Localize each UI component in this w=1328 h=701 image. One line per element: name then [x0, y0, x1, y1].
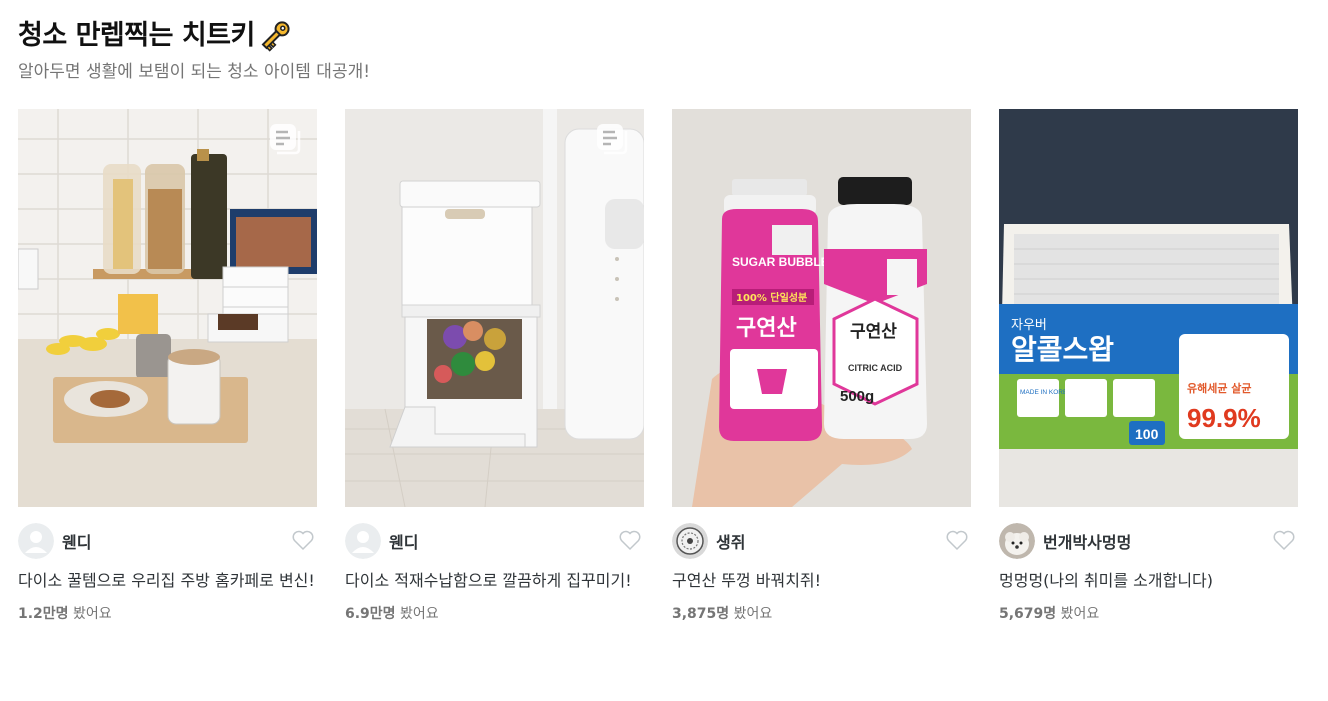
heart-icon[interactable] [1272, 529, 1296, 551]
card-thumbnail[interactable] [18, 109, 317, 507]
content-card[interactable]: SUGAR BUBBLE 100% 단일성분 구연산 구연산 CITRIC AC… [672, 109, 971, 623]
view-count-value: 6.9만명 [345, 606, 396, 622]
heart-icon[interactable] [618, 529, 642, 551]
content-card[interactable]: 자우버 알콜스왑 유해세균 살균 99.9% MADE IN KOREA 100 [999, 109, 1298, 623]
view-count-suffix: 봤어요 [1060, 606, 1100, 622]
coin-avatar[interactable] [672, 523, 708, 559]
svg-text:알콜스왑: 알콜스왑 [1011, 333, 1114, 366]
view-count-value: 1.2만명 [18, 606, 69, 622]
view-count-suffix: 봤어요 [733, 606, 773, 622]
user-name[interactable]: 번개박사멍멍 [1043, 529, 1131, 553]
key-icon [257, 18, 293, 54]
document-icon [597, 124, 628, 155]
card-meta: 생쥐 [672, 517, 971, 565]
view-count-value: 5,679명 [999, 606, 1057, 622]
content-card[interactable]: 웬디 다이소 적재수납함으로 깔끔하게 집꾸미기! 6.9만명 봤어요 [345, 109, 644, 623]
svg-text:SUGAR BUBBLE: SUGAR BUBBLE [732, 255, 829, 269]
kitchen-home-cafe-photo [18, 109, 317, 507]
svg-text:100: 100 [1135, 426, 1159, 442]
view-count: 5,679명 봤어요 [999, 603, 1298, 623]
citric-acid-bottles-photo: SUGAR BUBBLE 100% 단일성분 구연산 구연산 CITRIC AC… [672, 109, 971, 507]
svg-text:구연산: 구연산 [850, 322, 897, 342]
card-thumbnail[interactable]: SUGAR BUBBLE 100% 단일성분 구연산 구연산 CITRIC AC… [672, 109, 971, 507]
section-title: 청소 만렙찍는 치트키 [18, 20, 255, 51]
card-thumbnail[interactable]: 자우버 알콜스왑 유해세균 살균 99.9% MADE IN KOREA 100 [999, 109, 1298, 507]
svg-text:유해세균 살균: 유해세균 살균 [1187, 381, 1252, 395]
heart-icon[interactable] [291, 529, 315, 551]
card-description[interactable]: 다이소 적재수납함으로 깔끔하게 집꾸미기! [345, 567, 644, 594]
card-meta: 웬디 [18, 517, 317, 565]
svg-text:500g: 500g [840, 388, 874, 405]
view-count-suffix: 봤어요 [73, 606, 112, 622]
svg-text:100% 단일성분: 100% 단일성분 [736, 291, 807, 304]
card-thumbnail[interactable] [345, 109, 644, 507]
svg-text:99.9%: 99.9% [1187, 403, 1261, 433]
view-count-value: 3,875명 [672, 606, 730, 622]
svg-text:구연산: 구연산 [736, 316, 797, 341]
default-avatar-icon[interactable] [18, 523, 54, 559]
view-count: 6.9만명 봤어요 [345, 603, 644, 623]
card-description[interactable]: 다이소 꿀템으로 우리집 주방 홈카페로 변신! [18, 567, 317, 594]
default-avatar-icon[interactable] [345, 523, 381, 559]
view-count-suffix: 봤어요 [400, 606, 439, 622]
svg-text:자우버: 자우버 [1011, 318, 1047, 333]
user-name[interactable]: 생쥐 [716, 529, 745, 553]
heart-icon[interactable] [945, 529, 969, 551]
card-description[interactable]: 구연산 뚜껑 바꿔치쥐! [672, 567, 971, 594]
view-count: 3,875명 봤어요 [672, 603, 971, 623]
user-name[interactable]: 웬디 [389, 529, 418, 553]
view-count: 1.2만명 봤어요 [18, 603, 317, 623]
card-meta: 번개박사멍멍 [999, 517, 1298, 565]
card-meta: 웬디 [345, 517, 644, 565]
alcohol-swab-box-photo: 자우버 알콜스왑 유해세균 살균 99.9% MADE IN KOREA 100 [999, 109, 1298, 507]
svg-text:MADE IN KOREA: MADE IN KOREA [1020, 389, 1072, 396]
section-header: 청소 만렙찍는 치트키 [18, 18, 293, 54]
card-list: 웬디 다이소 꿀템으로 우리집 주방 홈카페로 변신! 1.2만명 봤어요 웬디… [18, 109, 1298, 623]
dog-avatar[interactable] [999, 523, 1035, 559]
card-description[interactable]: 멍멍멍(나의 취미를 소개합니다) [999, 567, 1298, 594]
document-icon [270, 124, 301, 155]
storage-box-photo [345, 109, 644, 507]
svg-text:CITRIC ACID: CITRIC ACID [848, 363, 903, 373]
user-name[interactable]: 웬디 [62, 529, 91, 553]
content-card[interactable]: 웬디 다이소 꿀템으로 우리집 주방 홈카페로 변신! 1.2만명 봤어요 [18, 109, 317, 623]
section-subtitle: 알아두면 생활에 보탬이 되는 청소 아이템 대공개! [18, 62, 371, 82]
